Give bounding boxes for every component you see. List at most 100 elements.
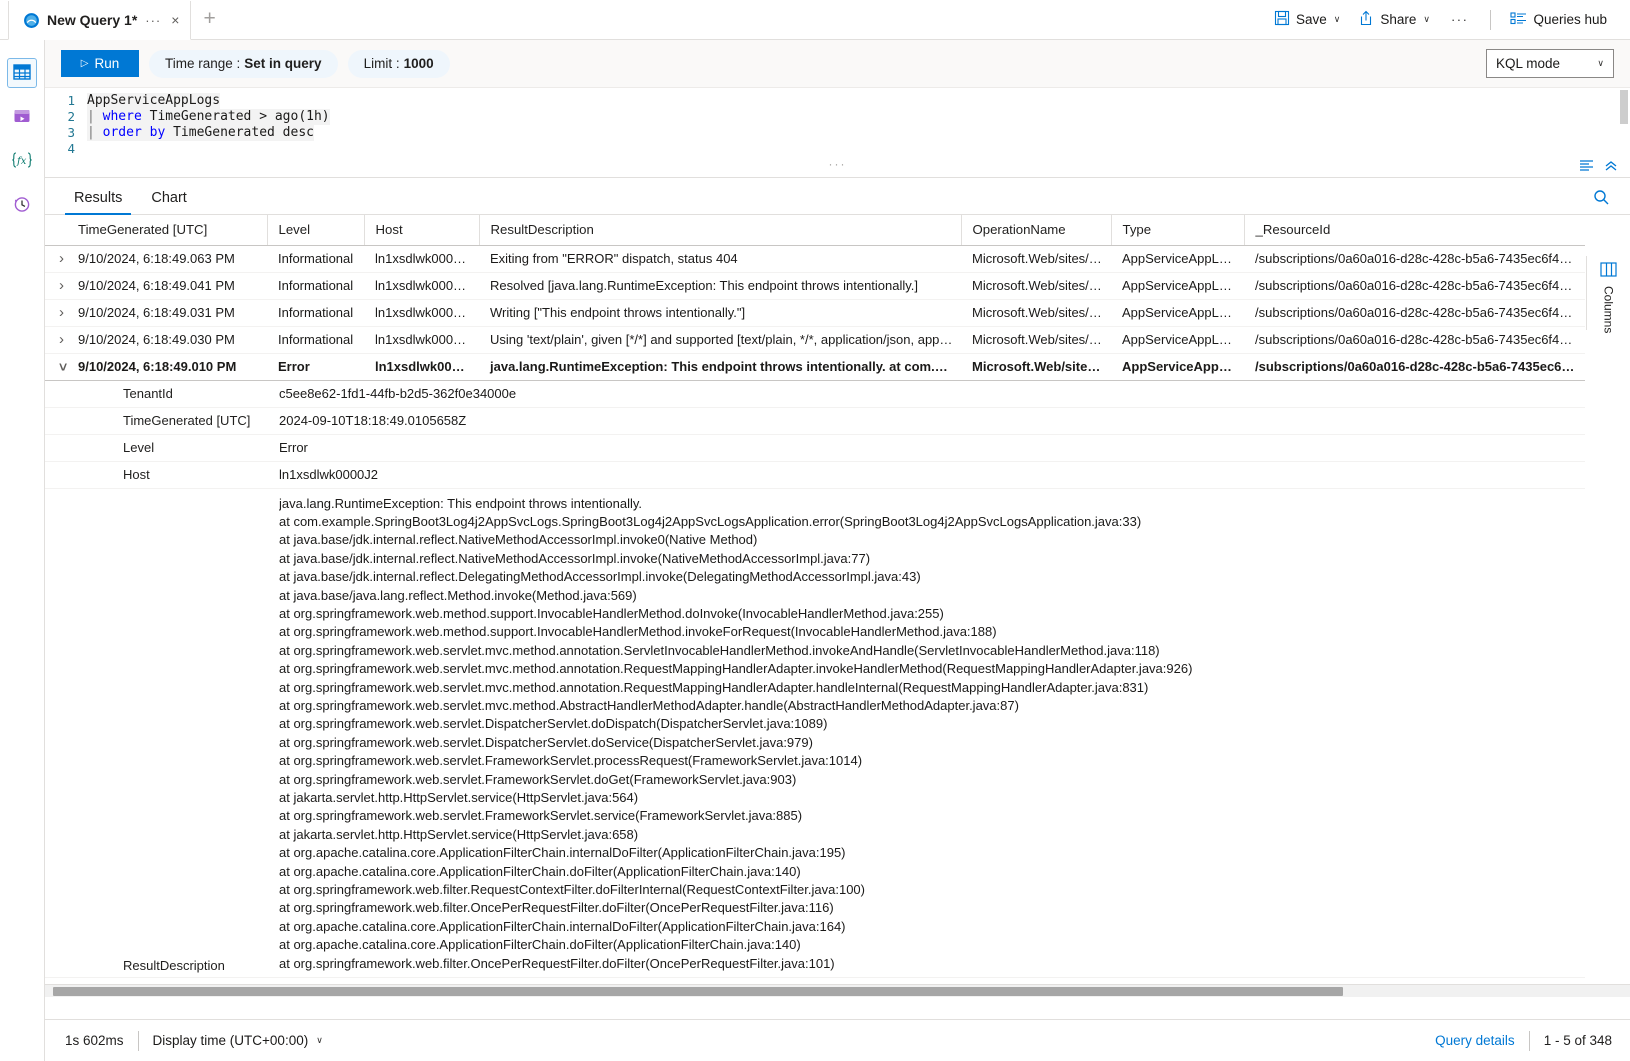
- cell-host: ln1xsdlwk0000J2: [364, 353, 479, 381]
- column-header-operationname[interactable]: OperationName: [961, 215, 1112, 246]
- splitter-handle[interactable]: ···: [829, 157, 847, 171]
- cell-host: ln1xsdlwk0000J2: [364, 245, 479, 273]
- cell-operationname: Microsoft.Web/sites/log: [961, 353, 1111, 381]
- queries-hub-button[interactable]: Queries hub: [1501, 5, 1616, 34]
- stacktrace-line: java.lang.RuntimeException: This endpoin…: [279, 495, 643, 511]
- stacktrace-line: at org.springframework.web.filter.OncePe…: [279, 955, 835, 971]
- column-header-resultdescription[interactable]: ResultDescription: [479, 215, 962, 246]
- sidebar-item-query-history[interactable]: [7, 190, 37, 220]
- code-line: 4: [45, 141, 1630, 157]
- svg-text:fx: fx: [16, 156, 27, 167]
- chevron-right-icon[interactable]: [45, 299, 67, 327]
- close-icon[interactable]: ×: [169, 13, 181, 27]
- table-row[interactable]: 9/10/2024, 6:18:49.031 PMInformationalln…: [45, 299, 1585, 327]
- column-header-timegenerated-utc-[interactable]: TimeGenerated [UTC]: [67, 215, 268, 246]
- share-icon: [1358, 10, 1374, 29]
- format-query-icon[interactable]: [1579, 159, 1594, 175]
- azure-monitor-icon: [23, 12, 40, 29]
- time-range-chip[interactable]: Time range : Set in query: [149, 49, 338, 78]
- kql-mode-select[interactable]: KQL mode ∨: [1486, 49, 1614, 78]
- table-row[interactable]: 9/10/2024, 6:18:49.010 PMErrorln1xsdlwk0…: [45, 353, 1585, 381]
- run-button[interactable]: ▷ Run: [61, 50, 139, 77]
- query-details-link[interactable]: Query details: [1435, 1033, 1515, 1048]
- sidebar-item-tables[interactable]: [7, 58, 37, 88]
- tab-options-icon[interactable]: ···: [144, 13, 162, 28]
- tab-chart[interactable]: Chart: [142, 190, 195, 214]
- search-icon[interactable]: [1593, 189, 1610, 209]
- queries-hub-icon: [1510, 10, 1527, 29]
- stacktrace-line: at org.springframework.web.filter.OncePe…: [279, 900, 834, 916]
- query-editor[interactable]: 1 AppServiceAppLogs 2 | where TimeGenerated…: [45, 88, 1630, 156]
- results-grid-wrapper: TimeGenerated [UTC] Level Host ResultDescri…: [45, 215, 1630, 997]
- cell-resourceid: /subscriptions/0a60a016-d28c-428c-b5a6-7…: [1244, 353, 1585, 381]
- query-tab[interactable]: New Query 1* ··· ×: [8, 1, 192, 40]
- code-line: 1 AppServiceAppLogs: [45, 93, 1630, 109]
- chevron-down-icon[interactable]: [45, 353, 67, 381]
- sidebar-item-functions[interactable]: fx: [7, 146, 37, 176]
- detail-row-stacktrace: ResultDescription java.lang.RuntimeExcept…: [45, 488, 1585, 979]
- collapse-editor-icon[interactable]: [1604, 159, 1618, 175]
- limit-chip[interactable]: Limit : 1000: [347, 49, 450, 78]
- elapsed-time: 1s 602ms: [65, 1033, 124, 1048]
- expand-column-header: [45, 215, 67, 246]
- stacktrace-line: at org.springframework.web.servlet.Dispa…: [279, 716, 828, 732]
- stacktrace-line: at org.springframework.web.servlet.Frame…: [279, 771, 797, 787]
- table-row[interactable]: 9/10/2024, 6:18:49.030 PMInformationalln…: [45, 326, 1585, 354]
- new-tab-button[interactable]: +: [191, 8, 227, 29]
- more-options-button[interactable]: ···: [1439, 7, 1481, 32]
- line-number: 1: [67, 93, 75, 108]
- code-text[interactable]: | order by TimeGenerated desc: [87, 125, 314, 141]
- stacktrace-line: at org.apache.catalina.core.ApplicationF…: [279, 845, 846, 861]
- chevron-right-icon[interactable]: [45, 326, 67, 354]
- chevron-down-icon[interactable]: ∨: [1334, 14, 1341, 25]
- display-time-select[interactable]: Display time (UTC+00:00) ∨: [153, 1033, 323, 1048]
- cell-level: Informational: [267, 326, 364, 354]
- main-panel: ▷ Run Time range : Set in query Limit : …: [45, 40, 1630, 1061]
- code-text[interactable]: AppServiceAppLogs: [87, 93, 221, 109]
- toolbar-divider: [1490, 9, 1492, 30]
- cell-level: Error: [267, 353, 364, 381]
- scrollbar-thumb[interactable]: [1620, 90, 1628, 124]
- queries-icon: [12, 106, 32, 129]
- save-icon: [1274, 10, 1290, 29]
- cell-resourceid: /subscriptions/0a60a016-d28c-428c-b5a6-7…: [1244, 245, 1585, 273]
- functions-icon: fx: [11, 150, 33, 173]
- detail-label: Host: [45, 461, 267, 489]
- scrollbar-thumb[interactable]: [53, 987, 1343, 996]
- editor-footer: ···: [45, 156, 1630, 178]
- column-header--resourceid[interactable]: _ResourceId: [1244, 215, 1585, 246]
- table-row[interactable]: 9/10/2024, 6:18:49.041 PMInformationalln…: [45, 272, 1585, 300]
- save-button[interactable]: Save ∨: [1265, 5, 1349, 34]
- stacktrace-line: at org.springframework.web.servlet.Dispa…: [279, 734, 813, 750]
- sidebar-item-queries[interactable]: [7, 102, 37, 132]
- cell-timegenerated: 9/10/2024, 6:18:49.010 PM: [67, 353, 267, 381]
- column-header-host[interactable]: Host: [364, 215, 480, 246]
- column-header-level[interactable]: Level: [267, 215, 365, 246]
- chevron-down-icon[interactable]: ∨: [1423, 14, 1430, 25]
- cell-resultdescription: Exiting from "ERROR" dispatch, status 40…: [479, 245, 961, 273]
- cell-resourceid: /subscriptions/0a60a016-d28c-428c-b5a6-7…: [1244, 272, 1585, 300]
- chevron-down-icon: ∨: [316, 1035, 323, 1045]
- stacktrace-line: at org.springframework.web.servlet.mvc.m…: [279, 661, 1193, 677]
- editor-scrollbar[interactable]: [1618, 88, 1630, 156]
- detail-label: TenantId: [45, 380, 267, 408]
- stacktrace-line: at jakarta.servlet.http.HttpServlet.serv…: [279, 790, 639, 805]
- tab-results[interactable]: Results: [65, 190, 132, 215]
- cell-resourceid: /subscriptions/0a60a016-d28c-428c-b5a6-7…: [1244, 326, 1585, 354]
- cell-type: AppServiceAppLogs: [1111, 353, 1244, 381]
- cell-timegenerated: 9/10/2024, 6:18:49.030 PM: [67, 326, 267, 354]
- detail-value: ln1xsdlwk0000J2: [267, 461, 1585, 489]
- horizontal-scrollbar[interactable]: [45, 984, 1630, 997]
- tables-icon: [12, 62, 32, 85]
- chevron-right-icon[interactable]: [45, 245, 67, 273]
- chevron-right-icon[interactable]: [45, 272, 67, 300]
- columns-panel-toggle[interactable]: Columns: [1586, 256, 1630, 333]
- chevron-down-icon: ∨: [1597, 58, 1604, 68]
- table-row[interactable]: 9/10/2024, 6:18:49.063 PMInformationalln…: [45, 245, 1585, 273]
- column-header-type[interactable]: Type: [1111, 215, 1245, 246]
- stacktrace-line: at org.apache.catalina.core.ApplicationF…: [279, 937, 801, 953]
- code-text[interactable]: | where TimeGenerated > ago(1h): [87, 109, 330, 125]
- share-button[interactable]: Share ∨: [1349, 5, 1439, 34]
- cell-operationname: Microsoft.Web/sites/log: [961, 326, 1111, 354]
- cell-resultdescription: Resolved [java.lang.RuntimeException: Th…: [479, 272, 961, 300]
